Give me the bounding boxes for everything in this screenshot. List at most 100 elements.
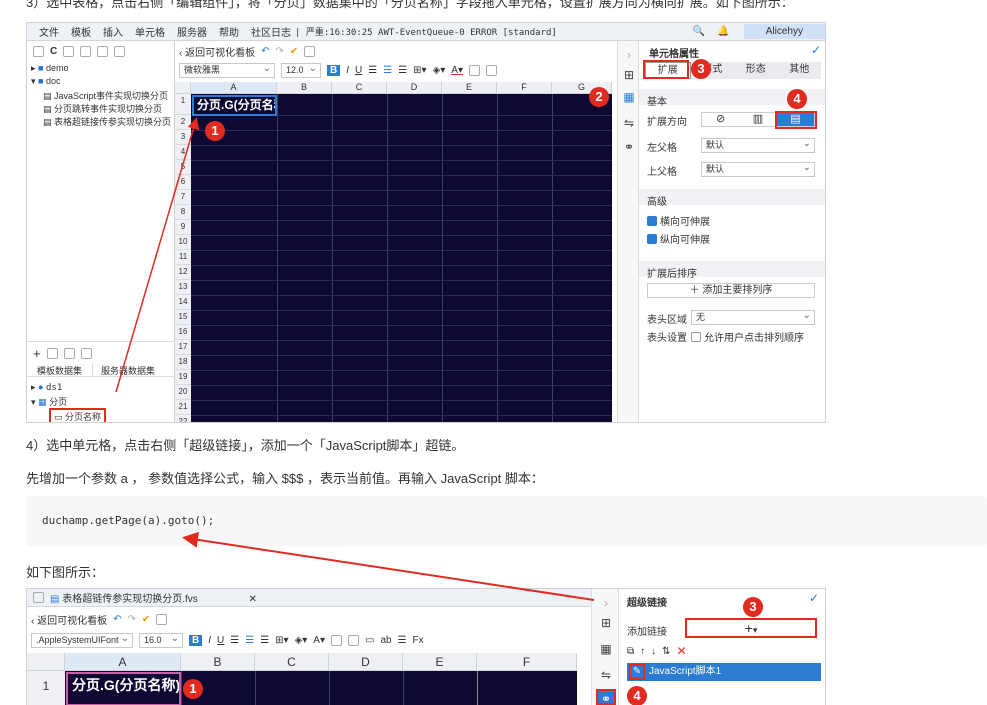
pencil-icon[interactable]: ✎: [629, 664, 645, 680]
align-center-icon-2[interactable]: ☰: [245, 635, 254, 646]
font-select-2[interactable]: .AppleSystemUIFont: [31, 632, 133, 648]
col-header-e[interactable]: E: [442, 82, 497, 94]
menu-file[interactable]: 文件: [39, 24, 59, 39]
italic-button[interactable]: I: [346, 65, 349, 76]
row-number-7[interactable]: 7: [175, 190, 191, 205]
tree-item-doc[interactable]: ▾ ■ doc: [31, 76, 61, 87]
font-size-select[interactable]: 12.0: [281, 62, 321, 78]
formula-icon-2[interactable]: Fx: [413, 635, 424, 646]
row-number-8[interactable]: 8: [175, 205, 191, 220]
bold-button-2[interactable]: B: [189, 634, 203, 646]
condition-icon[interactable]: ⇋: [621, 115, 637, 131]
col2-header-f[interactable]: F: [477, 653, 577, 671]
fill-color-icon-2[interactable]: ◈▾: [295, 635, 308, 646]
row-number-9[interactable]: 9: [175, 220, 191, 235]
redo-icon[interactable]: ↷: [276, 46, 284, 57]
font-size-select-2[interactable]: 16.0: [139, 632, 183, 648]
italic-button-2[interactable]: I: [208, 635, 211, 646]
condition-icon-2[interactable]: ⇋: [598, 667, 614, 683]
merge-icon-2[interactable]: [330, 634, 342, 646]
checkbox-vertical[interactable]: 纵向可伸展: [647, 231, 710, 246]
left-parent-select[interactable]: 默认: [701, 137, 815, 153]
align-left-icon[interactable]: ☰: [368, 65, 377, 76]
panel-collapse-icon-2[interactable]: ✓: [809, 591, 819, 605]
split-icon[interactable]: [485, 64, 497, 76]
delete-icon[interactable]: [97, 45, 109, 57]
table-icon-2[interactable]: ⊞: [598, 615, 614, 631]
col-header-b[interactable]: B: [277, 82, 332, 94]
folder-icon[interactable]: [63, 45, 75, 57]
hyperlink-icon[interactable]: ⚭: [621, 139, 637, 155]
new-file-icon[interactable]: [33, 45, 44, 57]
split-icon-2[interactable]: [347, 634, 359, 646]
underline-button-2[interactable]: U: [217, 635, 224, 646]
refresh-icon[interactable]: C: [50, 46, 57, 57]
align-right-icon[interactable]: ☰: [398, 65, 407, 76]
copy-icon[interactable]: [114, 45, 126, 57]
table-icon[interactable]: ⊞: [621, 67, 637, 83]
col2-header-b[interactable]: B: [181, 653, 255, 671]
file-tab[interactable]: ▤ 表格超链传参实现切换分页.fvs ✕: [50, 590, 257, 605]
row-number-3[interactable]: 3: [175, 130, 191, 145]
add-link-button[interactable]: +▾: [685, 618, 817, 638]
border-icon-2[interactable]: ⊞▾: [275, 635, 288, 646]
cell-a1[interactable]: 分页.G(分页名称): [192, 95, 277, 116]
collapse-icon[interactable]: ›: [621, 47, 637, 63]
edit-component-icon-2[interactable]: ▦: [598, 641, 614, 657]
row-number-21[interactable]: 21: [175, 400, 191, 415]
col-header-a[interactable]: A: [191, 82, 277, 94]
col-header-d[interactable]: D: [387, 82, 442, 94]
row-number-15[interactable]: 15: [175, 310, 191, 325]
menu-server[interactable]: 服务器: [177, 24, 207, 39]
col2-header-a[interactable]: A: [65, 653, 181, 671]
tab-template-dataset[interactable]: 模板数据集: [27, 363, 94, 376]
align-left-icon-2[interactable]: ☰: [230, 635, 239, 646]
menu-template[interactable]: 模板: [71, 24, 91, 39]
menu-help[interactable]: 帮助: [219, 24, 239, 39]
row-number-17[interactable]: 17: [175, 340, 191, 355]
align-right-icon-2[interactable]: ☰: [260, 635, 269, 646]
close-tab-icon[interactable]: ✕: [249, 594, 257, 605]
save-icon[interactable]: [80, 45, 92, 57]
format-brush-icon-2[interactable]: ✔: [142, 614, 150, 625]
corner-cell-2[interactable]: [27, 653, 65, 671]
back-button-2[interactable]: ‹ 返回可视化看板: [31, 612, 107, 627]
tree-item-jump[interactable]: ▤ 分页跳转事件实现切换分页: [43, 102, 162, 115]
field-page-name[interactable]: ▭ 分页名称: [49, 408, 107, 422]
font-select[interactable]: 微软雅黑: [179, 62, 275, 78]
menu-insert[interactable]: 插入: [103, 24, 123, 39]
hyperlink-icon-2[interactable]: ⚭: [596, 689, 616, 705]
user-name[interactable]: Alicehyy: [743, 24, 825, 39]
font-color-icon[interactable]: A▾: [451, 65, 463, 76]
row-number-20[interactable]: 20: [175, 385, 191, 400]
menu-cell[interactable]: 单元格: [135, 24, 165, 39]
border-icon[interactable]: ⊞▾: [413, 65, 426, 76]
preview-page-icon[interactable]: [304, 45, 316, 57]
menu-community[interactable]: 社区日志: [251, 24, 291, 39]
link-item[interactable]: ✎ JavaScript脚本1: [627, 663, 821, 681]
vertical-expand-icon[interactable]: ▥: [739, 113, 776, 126]
row-number-10[interactable]: 10: [175, 235, 191, 250]
row-number-5[interactable]: 5: [175, 160, 191, 175]
row-number-1[interactable]: 1: [175, 94, 191, 115]
text-icon-2[interactable]: ab: [380, 635, 391, 646]
dataset-page[interactable]: ▾ ▦ 分页: [31, 395, 67, 408]
move-down-icon[interactable]: ↓: [651, 646, 656, 657]
row-number-12[interactable]: 12: [175, 265, 191, 280]
row-number-6[interactable]: 6: [175, 175, 191, 190]
header-area-select[interactable]: 无: [691, 309, 815, 325]
back-button[interactable]: ‹ 返回可视化看板: [179, 44, 255, 59]
row-number-2[interactable]: 2: [175, 115, 191, 130]
row-number-4[interactable]: 4: [175, 145, 191, 160]
collapse-icon-2[interactable]: ›: [598, 595, 614, 611]
move-up-icon[interactable]: ↑: [640, 646, 645, 657]
bell-icon[interactable]: 🔔: [717, 26, 729, 37]
undo-icon[interactable]: ↶: [261, 46, 269, 57]
redo-icon-2[interactable]: ↷: [128, 614, 136, 625]
row2-number-1[interactable]: 1: [27, 671, 65, 705]
col2-header-e[interactable]: E: [403, 653, 477, 671]
row-number-14[interactable]: 14: [175, 295, 191, 310]
tree-item-demo[interactable]: ▸ ■ demo: [31, 63, 69, 74]
col2-header-d[interactable]: D: [329, 653, 403, 671]
delete-link-icon[interactable]: ✕: [677, 644, 687, 658]
